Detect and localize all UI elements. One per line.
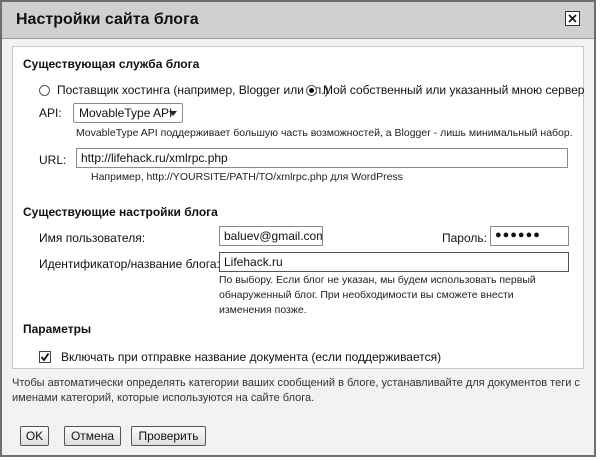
radio-own-server[interactable] xyxy=(306,85,317,96)
api-label: API: xyxy=(39,106,62,120)
title-bar: Настройки сайта блога xyxy=(2,2,594,39)
api-select[interactable]: MovableType API xyxy=(73,103,183,123)
password-label: Пароль: xyxy=(442,231,487,245)
checkmark-icon xyxy=(40,352,50,362)
username-label: Имя пользователя: xyxy=(39,231,146,245)
blog-id-label: Идентификатор/название блога: xyxy=(39,257,220,271)
url-input[interactable]: http://lifehack.ru/xmlrpc.php xyxy=(76,148,568,168)
ok-button[interactable]: OK xyxy=(20,426,49,446)
blog-settings-heading: Существующие настройки блога xyxy=(23,205,218,219)
radio-hosting-provider[interactable] xyxy=(39,85,50,96)
chevron-down-icon xyxy=(169,111,177,116)
cancel-button[interactable]: Отмена xyxy=(64,426,121,446)
blog-id-input[interactable]: Lifehack.ru xyxy=(219,252,569,272)
radio-hosting-label: Поставщик хостинга (например, Blogger ил… xyxy=(57,83,329,97)
verify-button[interactable]: Проверить xyxy=(131,426,206,446)
api-hint: MovableType API поддерживает большую час… xyxy=(76,127,573,139)
password-input[interactable]: ●●●●●● xyxy=(490,226,569,246)
include-title-label: Включать при отправке название документа… xyxy=(61,350,442,364)
close-icon xyxy=(568,14,577,23)
include-title-checkbox[interactable] xyxy=(39,351,51,363)
api-select-value: MovableType API xyxy=(79,106,173,120)
username-input[interactable]: baluev@gmail.com xyxy=(219,226,323,246)
params-heading: Параметры xyxy=(23,322,92,336)
url-label: URL: xyxy=(39,153,67,167)
close-button[interactable] xyxy=(565,11,580,26)
radio-own-server-label: Мой собственный или указанный мною серве… xyxy=(323,83,585,97)
existing-service-heading: Существующая служба блога xyxy=(23,57,200,71)
settings-panel: Существующая служба блога Поставщик хост… xyxy=(12,46,584,369)
dialog-title: Настройки сайта блога xyxy=(16,11,199,28)
categories-info: Чтобы автоматически определять категории… xyxy=(12,377,580,404)
url-hint: Например, http://YOURSITE/PATH/TO/xmlrpc… xyxy=(91,171,403,183)
blog-settings-dialog: Настройки сайта блога Существующая служб… xyxy=(0,0,596,457)
blog-id-hint: По выбору. Если блог не указан, мы будем… xyxy=(219,274,536,316)
